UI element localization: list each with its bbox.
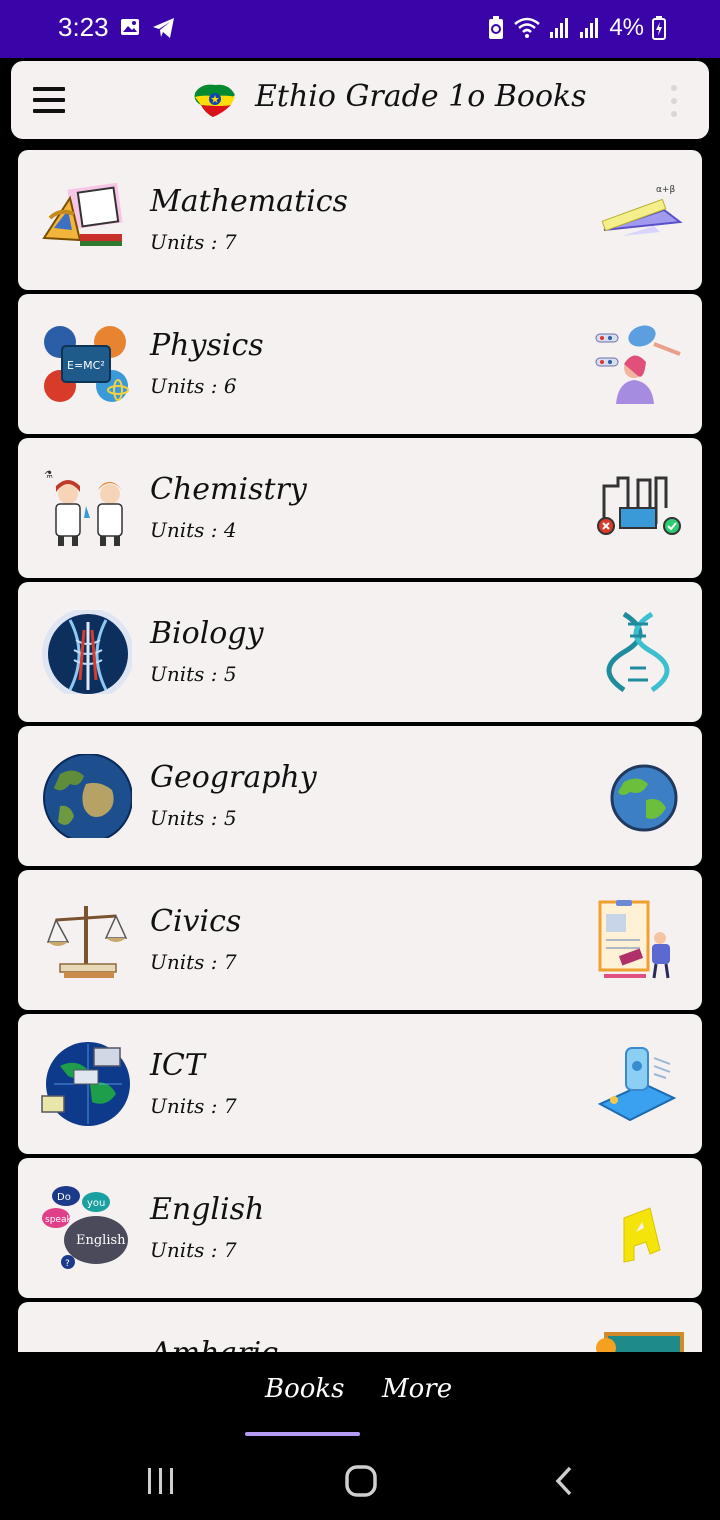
system-nav-bar [0,1440,720,1520]
book-units: Units : 7 [150,1238,237,1262]
book-name: Geography [150,760,317,795]
book-name: English [150,1192,265,1227]
telegram-icon [153,18,174,38]
book-units: Units : 4 [150,518,237,542]
book-units: Units : 5 [150,806,237,830]
chalkboard-icon [596,1332,684,1352]
book-list[interactable]: Mathematics Units : 7 α+β E=MC² Physics … [0,150,720,1352]
tab-books[interactable]: Books [265,1374,345,1404]
math-tools-icon [42,182,123,246]
book-name: Amharic [150,1336,278,1352]
svg-text:you: you [87,1198,105,1209]
book-card-biology[interactable]: Biology Units : 5 [18,582,702,722]
book-card-ict[interactable]: ICT Units : 7 [18,1014,702,1154]
physics-collage-icon: E=MC² [44,326,129,402]
home-icon[interactable] [344,1464,378,1498]
signal-icon [580,18,599,38]
svg-text:?: ? [65,1259,70,1269]
active-tab-indicator [245,1432,360,1436]
smartphone-tech-icon [597,1047,677,1122]
kids-scientists-icon: ⚗ [44,470,123,546]
book-units: Units : 7 [150,950,237,974]
book-units: Units : 7 [150,230,237,254]
book-units: Units : 5 [150,662,237,686]
book-units: Units : 6 [150,374,237,398]
back-icon[interactable] [552,1466,576,1496]
book-name: Physics [150,328,264,363]
svg-text:English: English [76,1233,126,1248]
justice-scales-icon [46,906,128,978]
earth-globe-icon [43,754,132,838]
book-name: Mathematics [150,184,348,219]
letter-a-icon [623,1207,661,1263]
recent-apps-icon[interactable] [146,1466,176,1496]
book-card-civics[interactable]: Civics Units : 7 [18,870,702,1010]
menu-icon[interactable] [33,87,65,113]
tab-more[interactable]: More [382,1374,452,1404]
network-globe-icon [41,1042,130,1126]
status-time: 3:23 [58,12,109,42]
gavel-document-icon [598,900,670,979]
svg-text:E=MC²: E=MC² [67,359,105,372]
amharic-icon [40,1330,132,1352]
lab-tubes-icon [597,476,681,535]
ruler-set-square-icon: α+β [601,185,683,236]
book-name: ICT [150,1048,205,1083]
book-card-english[interactable]: English Do you speak ? English Units : 7 [18,1158,702,1298]
book-card-mathematics[interactable]: Mathematics Units : 7 α+β [18,150,702,290]
battery-charging-icon [652,16,666,40]
book-card-chemistry[interactable]: ⚗ Chemistry Units : 4 [18,438,702,578]
speech-bubbles-icon: English Do you speak ? [42,1186,128,1269]
svg-text:⚗: ⚗ [44,470,53,481]
status-bar: 3:23 4% [0,0,720,58]
book-name: Chemistry [150,472,307,507]
globe-icon [610,764,678,832]
bottom-nav: Books More [0,1352,720,1440]
app-bar: Ethio Grade 1o Books [11,61,709,139]
book-name: Biology [150,616,264,651]
svg-text:α+β: α+β [656,185,675,195]
battery-percent: 4% [609,14,644,41]
app-title: Ethio Grade 1o Books [255,79,587,114]
dna-icon [606,612,670,692]
image-icon [121,19,139,35]
book-units: Units : 7 [150,1094,237,1118]
more-vertical-icon[interactable] [671,85,679,119]
battery-saver-icon [489,16,504,39]
svg-text:Do: Do [57,1192,71,1203]
book-card-physics[interactable]: E=MC² Physics Units : 6 [18,294,702,434]
book-card-geography[interactable]: Geography Units : 5 [18,726,702,866]
book-card-amharic[interactable]: Amharic [18,1302,702,1352]
ethiopia-flag-map-icon [194,84,235,117]
signal-icon [550,18,569,38]
svg-text:speak: speak [45,1215,72,1225]
physics-experiment-icon [595,325,681,404]
human-anatomy-icon [42,610,132,694]
book-name: Civics [150,904,242,939]
wifi-icon [514,17,541,38]
